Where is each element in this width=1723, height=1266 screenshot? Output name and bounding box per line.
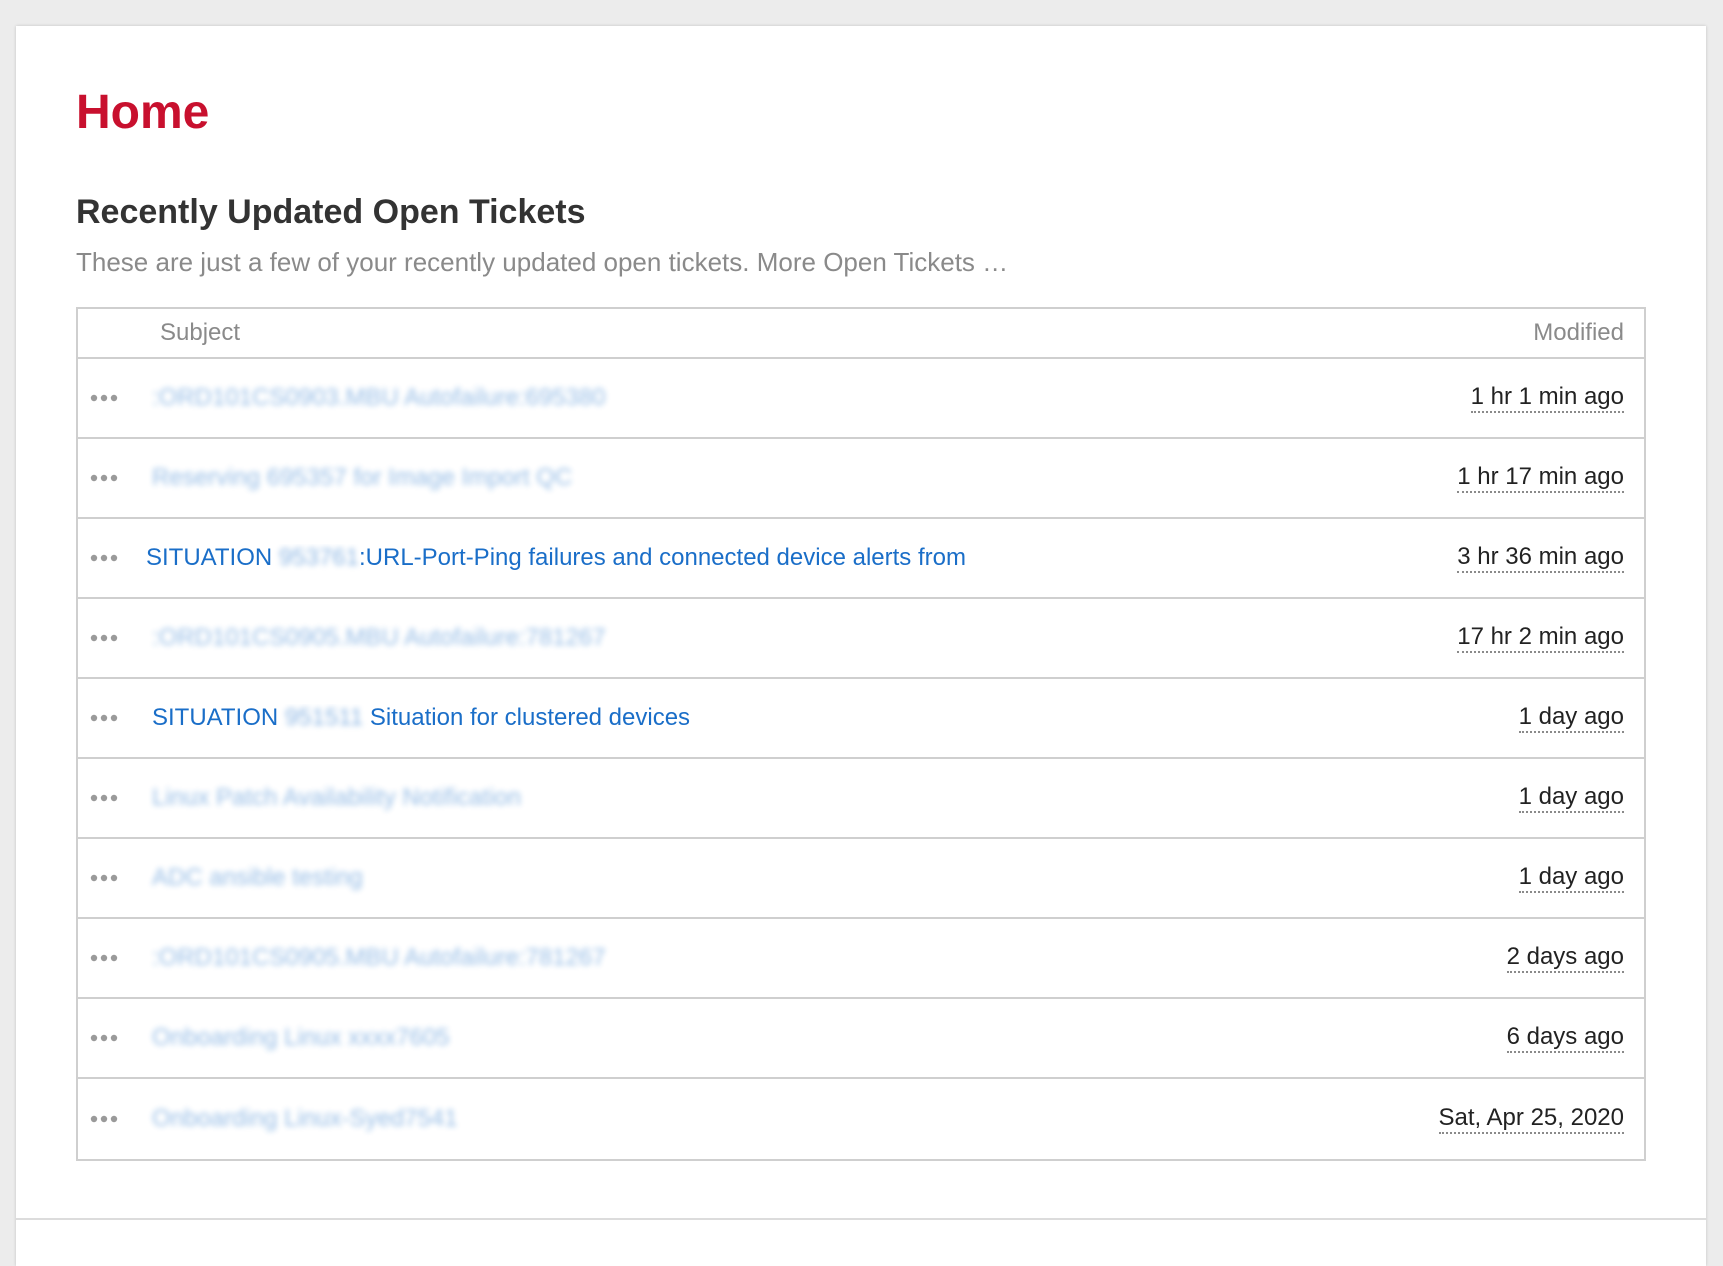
ellipsis-icon[interactable] <box>90 634 148 642</box>
ticket-subject-link[interactable]: :ORD101CS0903.MBU Autofailure:695380 <box>148 384 1471 412</box>
ticket-subject-link[interactable]: ADC ansible testing <box>148 864 1519 892</box>
ticket-subject-link[interactable]: SITUATION 951511 Situation for clustered… <box>148 704 1519 732</box>
ticket-subject-link[interactable]: Onboarding Linux xxxx7605 <box>148 1024 1507 1052</box>
ellipsis-icon[interactable] <box>90 1034 148 1042</box>
ticket-modified-time: 3 hr 36 min ago <box>1457 543 1624 574</box>
ellipsis-icon[interactable] <box>90 874 148 882</box>
column-header-subject: Subject <box>160 319 241 346</box>
ellipsis-icon[interactable] <box>90 554 148 562</box>
page-title: Home <box>76 86 210 139</box>
table-row: Linux Patch Availability Notification 1 … <box>78 759 1644 839</box>
ticket-modified-time: 1 hr 17 min ago <box>1457 463 1624 494</box>
more-open-tickets-link[interactable]: More Open Tickets … <box>757 247 1008 277</box>
ticket-subject-link[interactable]: Reserving 695357 for Image Import QC <box>148 464 1457 492</box>
ticket-subject-text: Situation for clustered devices <box>369 704 691 731</box>
ellipsis-icon[interactable] <box>90 474 148 482</box>
ellipsis-icon[interactable] <box>90 794 148 802</box>
card-divider <box>16 1218 1706 1220</box>
table-header: Subject Modified <box>78 309 1644 359</box>
ticket-modified-time: 1 day ago <box>1518 863 1624 894</box>
table-row: Onboarding Linux-Syed7541 Sat, Apr 25, 2… <box>78 1079 1644 1159</box>
ellipsis-icon[interactable] <box>90 714 148 722</box>
ticket-subject-prefix: SITUATION <box>152 704 279 731</box>
ellipsis-icon[interactable] <box>90 954 148 962</box>
ticket-subject-text: :URL-Port-Ping failures and connected de… <box>359 544 966 571</box>
ticket-modified-time: 2 days ago <box>1506 943 1624 974</box>
ticket-subject-link[interactable]: Onboarding Linux-Syed7541 <box>148 1105 1439 1133</box>
table-row: Reserving 695357 for Image Import QC 1 h… <box>78 439 1644 519</box>
ticket-modified-time: 6 days ago <box>1506 1023 1624 1054</box>
table-row: SITUATION 951511 Situation for clustered… <box>78 679 1644 759</box>
ticket-subject-link[interactable]: SITUATION 953761:URL-Port-Ping failures … <box>142 544 1457 572</box>
table-row: ADC ansible testing 1 day ago <box>78 839 1644 919</box>
table-row: SITUATION 953761:URL-Port-Ping failures … <box>78 519 1644 599</box>
ticket-subject-link[interactable]: :ORD101CS0905.MBU Autofailure:781267 <box>148 944 1507 972</box>
ticket-subject-id: 953761 <box>278 544 359 571</box>
ellipsis-icon[interactable] <box>90 394 148 402</box>
column-header-modified: Modified <box>1533 319 1624 346</box>
table-row: Onboarding Linux xxxx7605 6 days ago <box>78 999 1644 1079</box>
section-title: Recently Updated Open Tickets <box>76 193 586 231</box>
table-row: :ORD101CS0905.MBU Autofailure:781267 17 … <box>78 599 1644 679</box>
ticket-modified-time: 1 day ago <box>1518 703 1624 734</box>
ticket-subject-link[interactable]: :ORD101CS0905.MBU Autofailure:781267 <box>148 624 1457 652</box>
ticket-subject-id: 951511 <box>284 704 364 731</box>
ticket-modified-time: 1 day ago <box>1518 783 1624 814</box>
ticket-subject-link[interactable]: Linux Patch Availability Notification <box>148 784 1519 812</box>
table-row: :ORD101CS0903.MBU Autofailure:695380 1 h… <box>78 359 1644 439</box>
ticket-modified-time: Sat, Apr 25, 2020 <box>1438 1104 1624 1135</box>
ellipsis-icon[interactable] <box>90 1115 148 1123</box>
ticket-modified-time: 1 hr 1 min ago <box>1470 383 1624 414</box>
main-card: Home Recently Updated Open Tickets These… <box>16 26 1706 1266</box>
section-description: These are just a few of your recently up… <box>76 246 1008 280</box>
tickets-table: Subject Modified :ORD101CS0903.MBU Autof… <box>76 307 1646 1161</box>
section-description-text: These are just a few of your recently up… <box>76 247 750 277</box>
ticket-subject-prefix: SITUATION <box>146 544 273 571</box>
table-row: :ORD101CS0905.MBU Autofailure:781267 2 d… <box>78 919 1644 999</box>
ticket-modified-time: 17 hr 2 min ago <box>1457 623 1624 654</box>
